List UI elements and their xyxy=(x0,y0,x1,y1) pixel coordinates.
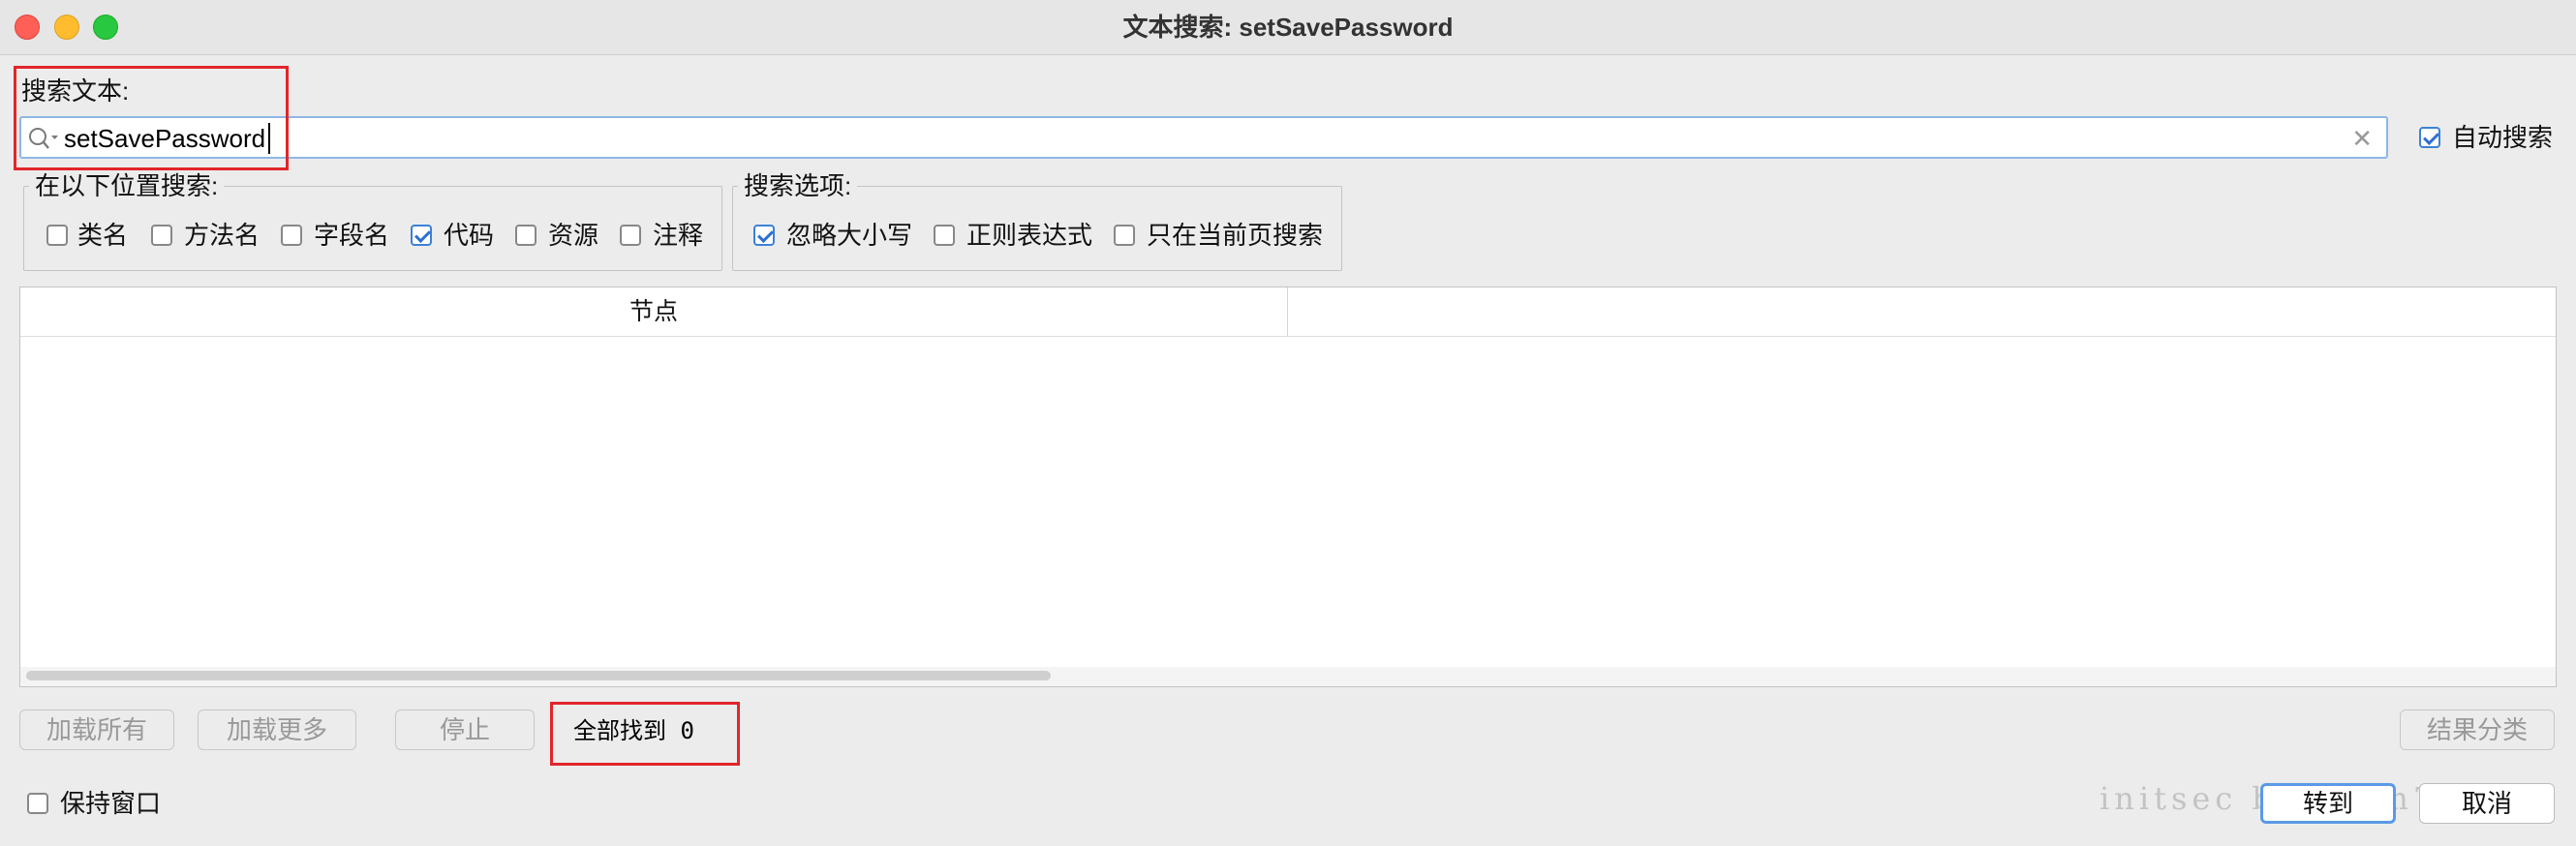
results-table[interactable]: 节点 xyxy=(19,287,2557,687)
stop-button[interactable]: 停止 xyxy=(395,710,535,750)
clear-icon[interactable]: ✕ xyxy=(2351,124,2373,153)
field-name-checkbox[interactable] xyxy=(281,225,302,246)
regex-label: 正则表达式 xyxy=(966,221,1093,250)
method-name-checkbox[interactable] xyxy=(151,225,172,246)
keep-window-checkbox[interactable] xyxy=(27,793,48,814)
search-input[interactable]: setSavePassword ✕ xyxy=(19,116,2388,159)
cancel-button[interactable]: 取消 xyxy=(2419,783,2555,824)
goto-button[interactable]: 转到 xyxy=(2260,783,2396,824)
class-name-label: 类名 xyxy=(77,221,129,250)
load-more-button[interactable]: 加载更多 xyxy=(198,710,356,750)
comment-checkbox[interactable] xyxy=(620,225,641,246)
current-page-only-label: 只在当前页搜索 xyxy=(1147,221,1324,250)
field-name-label: 字段名 xyxy=(314,221,390,250)
code-label: 代码 xyxy=(444,221,495,250)
auto-search-checkbox[interactable] xyxy=(2419,127,2440,148)
table-header: 节点 xyxy=(20,287,2556,337)
resource-label: 资源 xyxy=(548,221,599,250)
group-results-button[interactable]: 结果分类 xyxy=(2400,710,2555,750)
highlight-box xyxy=(14,66,289,170)
column-header-node[interactable]: 节点 xyxy=(20,287,1287,336)
ignore-case-checkbox[interactable] xyxy=(753,225,775,246)
class-name-checkbox[interactable] xyxy=(46,225,68,246)
search-in-legend: 在以下位置搜索: xyxy=(29,171,225,200)
current-page-only-checkbox[interactable] xyxy=(1114,225,1135,246)
horizontal-scrollbar-thumb[interactable] xyxy=(26,671,1051,680)
resource-checkbox[interactable] xyxy=(515,225,537,246)
comment-label: 注释 xyxy=(653,221,704,250)
search-options-legend: 搜索选项: xyxy=(738,171,858,200)
method-name-label: 方法名 xyxy=(184,221,261,250)
load-all-button[interactable]: 加载所有 xyxy=(19,710,174,750)
ignore-case-label: 忽略大小写 xyxy=(786,221,913,250)
window-title: 文本搜索: setSavePassword xyxy=(1122,13,1454,42)
status-text: 全部找到 0 xyxy=(573,717,694,744)
regex-checkbox[interactable] xyxy=(934,225,955,246)
keep-window-label: 保持窗口 xyxy=(60,789,162,818)
auto-search-label: 自动搜索 xyxy=(2452,123,2554,152)
code-checkbox[interactable] xyxy=(411,225,432,246)
column-header-2[interactable] xyxy=(1288,287,2556,336)
